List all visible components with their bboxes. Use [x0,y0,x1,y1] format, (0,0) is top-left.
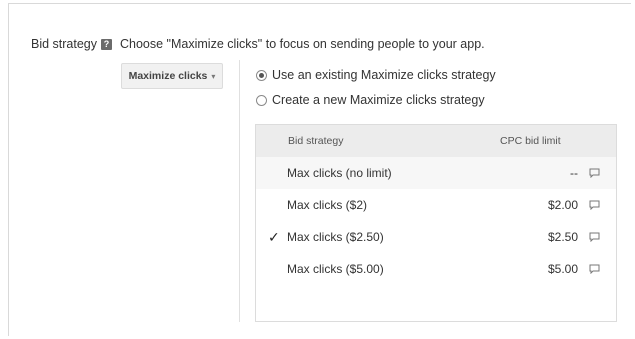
comment-icon[interactable] [589,200,600,210]
table-row-selected[interactable]: ✓ Max clicks ($2.50) $2.50 [256,221,616,253]
table-row[interactable]: Max clicks (no limit) -- [256,157,616,189]
dropdown-selected-value: Maximize clicks [128,70,208,82]
bid-strategy-label-group: Bid strategy ? [31,37,113,51]
radio-create-new[interactable]: Create a new Maximize clicks strategy [256,93,485,107]
cpc-bid-limit: $2.00 [547,198,578,212]
chevron-down-icon: ▾ [211,71,216,81]
strategy-type-dropdown[interactable]: Maximize clicks ▾ [121,63,223,89]
table-row[interactable]: Max clicks ($5.00) $5.00 [256,253,616,285]
comment-icon[interactable] [589,264,600,274]
divider [239,60,240,322]
bid-strategy-label: Bid strategy [31,37,98,51]
radio-label: Create a new Maximize clicks strategy [272,93,485,107]
strategy-name: Max clicks (no limit) [287,166,392,180]
strategy-name: Max clicks ($5.00) [287,262,384,276]
column-header-cpc-bid-limit: CPC bid limit [500,135,561,147]
cpc-bid-limit: $2.50 [547,230,578,244]
checkmark-icon: ✓ [268,228,280,245]
radio-button-checked[interactable] [256,69,267,81]
bid-strategy-description: Choose "Maximize clicks" to focus on sen… [120,37,485,51]
radio-label: Use an existing Maximize clicks strategy [272,68,496,82]
help-icon[interactable]: ? [101,38,113,50]
cpc-bid-limit: $5.00 [547,262,578,276]
strategy-name: Max clicks ($2.50) [287,230,384,244]
radio-button[interactable] [256,94,267,106]
comment-icon[interactable] [589,168,600,178]
column-header-bid-strategy: Bid strategy [288,135,344,147]
cpc-bid-limit: -- [570,166,578,180]
table-header: Bid strategy CPC bid limit [256,125,616,157]
strategy-name: Max clicks ($2) [287,198,368,212]
radio-use-existing[interactable]: Use an existing Maximize clicks strategy [256,68,496,82]
comment-icon[interactable] [589,232,600,242]
table-row[interactable]: Max clicks ($2) $2.00 [256,189,616,221]
strategy-table: Bid strategy CPC bid limit Max clicks (n… [255,124,617,322]
